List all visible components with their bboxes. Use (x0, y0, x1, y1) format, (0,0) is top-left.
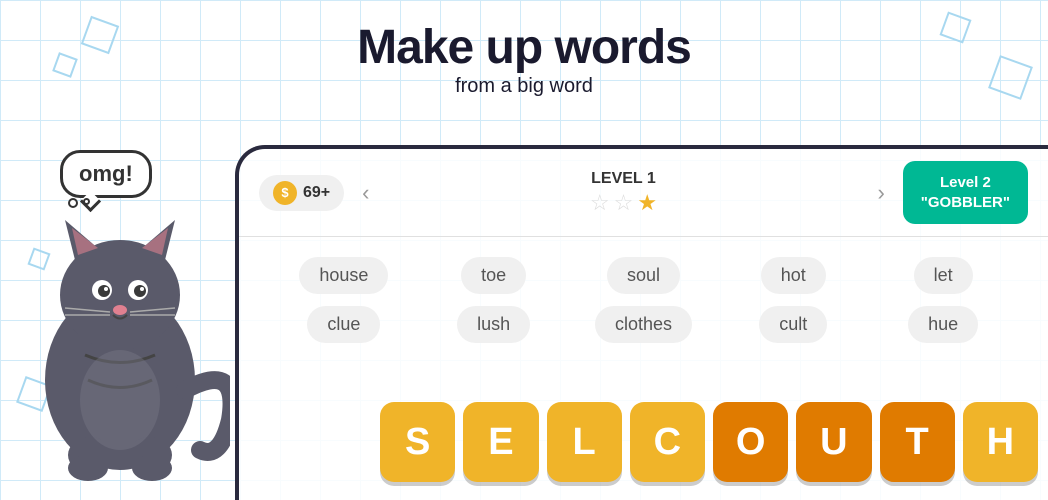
word-pill-toe[interactable]: toe (419, 257, 569, 294)
next-level-button[interactable]: Level 2 "GOBBLER" (903, 161, 1028, 224)
next-level-line2: "GOBBLER" (921, 193, 1010, 213)
tiles-row: S E L C O U T H (380, 402, 1038, 482)
tile-h[interactable]: H (963, 402, 1038, 482)
word-let: let (914, 257, 973, 294)
word-pill-house[interactable]: house (269, 257, 419, 294)
tile-t[interactable]: T (880, 402, 955, 482)
tile-o[interactable]: O (713, 402, 788, 482)
next-level-line1: Level 2 (921, 173, 1010, 193)
word-pill-cult[interactable]: cult (718, 306, 868, 343)
word-pill-let[interactable]: let (868, 257, 1018, 294)
star-3: ★ (637, 190, 657, 216)
word-cult: cult (759, 306, 827, 343)
nav-right-button[interactable]: › (869, 176, 892, 210)
bubble-dot-1 (68, 198, 78, 208)
star-2: ☆ (614, 190, 634, 216)
nav-left-button[interactable]: ‹ (354, 176, 377, 210)
speech-bubble: omg! (60, 150, 152, 198)
bubble-dot-2 (83, 198, 90, 205)
word-soul: soul (607, 257, 680, 294)
coin-amount: 69+ (303, 184, 330, 202)
tile-e[interactable]: E (463, 402, 538, 482)
tile-c[interactable]: C (630, 402, 705, 482)
word-pill-lush[interactable]: lush (419, 306, 569, 343)
word-clue: clue (307, 306, 380, 343)
page-subtitle: from a big word (357, 75, 691, 98)
word-toe: toe (461, 257, 526, 294)
word-hue: hue (908, 306, 978, 343)
words-area: house toe soul hot let clue lush clothes… (239, 237, 1048, 353)
coin-icon: $ (273, 181, 297, 205)
word-hot: hot (761, 257, 826, 294)
word-pill-clue[interactable]: clue (269, 306, 419, 343)
cat-area: omg! (0, 140, 260, 500)
tile-s[interactable]: S (380, 402, 455, 482)
header: Make up words from a big word (357, 20, 691, 98)
word-pill-clothes[interactable]: clothes (569, 306, 719, 343)
cat-illustration (10, 160, 230, 500)
word-house: house (299, 257, 388, 294)
word-pill-soul[interactable]: soul (569, 257, 719, 294)
word-lush: lush (457, 306, 530, 343)
star-1: ☆ (590, 190, 610, 216)
level-label: LEVEL 1 (387, 170, 859, 188)
game-topbar: $ 69+ ‹ LEVEL 1 ☆ ☆ ★ › Level 2 "GOBBLER… (239, 149, 1048, 237)
word-pill-hot[interactable]: hot (718, 257, 868, 294)
coin-badge: $ 69+ (259, 175, 344, 211)
word-pill-hue[interactable]: hue (868, 306, 1018, 343)
bubble-circles (68, 198, 90, 208)
word-clothes: clothes (595, 306, 692, 343)
level-info: LEVEL 1 ☆ ☆ ★ (387, 170, 859, 216)
tile-l[interactable]: L (547, 402, 622, 482)
tile-u[interactable]: U (796, 402, 871, 482)
page-title: Make up words (357, 20, 691, 75)
stars-container: ☆ ☆ ★ (387, 190, 859, 216)
speech-text: omg! (79, 161, 133, 186)
